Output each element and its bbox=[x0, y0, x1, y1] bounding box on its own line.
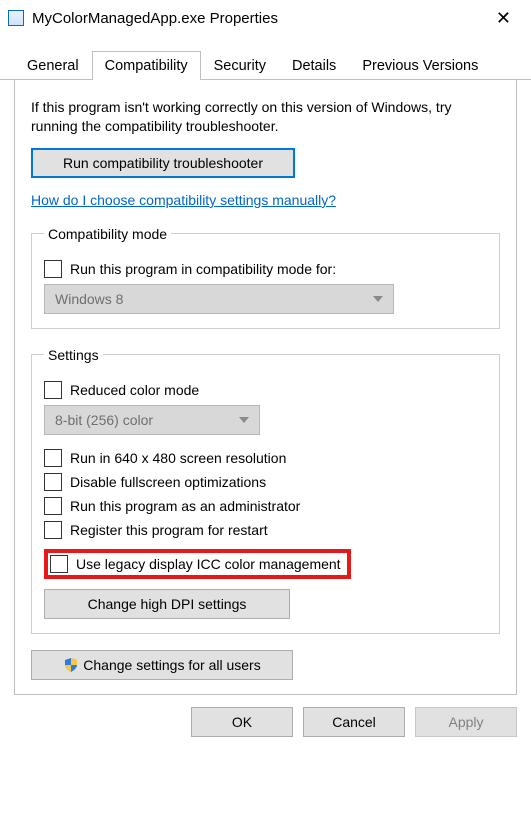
run-admin-label: Run this program as an administrator bbox=[70, 498, 300, 514]
compat-mode-checkbox[interactable] bbox=[44, 260, 62, 278]
close-icon[interactable]: ✕ bbox=[488, 8, 519, 29]
tab-compatibility[interactable]: Compatibility bbox=[92, 51, 201, 80]
dialog-footer: OK Cancel Apply bbox=[0, 695, 531, 749]
color-mode-select[interactable]: 8-bit (256) color bbox=[44, 405, 260, 435]
color-mode-selected: 8-bit (256) color bbox=[55, 412, 153, 428]
disable-fullscreen-checkbox[interactable] bbox=[44, 473, 62, 491]
ok-label: OK bbox=[232, 714, 252, 730]
manual-settings-link[interactable]: How do I choose compatibility settings m… bbox=[31, 192, 336, 208]
compat-mode-label: Run this program in compatibility mode f… bbox=[70, 261, 336, 277]
chevron-down-icon bbox=[373, 296, 383, 302]
run-640-checkbox[interactable] bbox=[44, 449, 62, 467]
run-troubleshooter-label: Run compatibility troubleshooter bbox=[63, 155, 263, 171]
tabstrip: General Compatibility Security Details P… bbox=[0, 50, 531, 80]
shield-icon bbox=[63, 657, 79, 673]
tab-general[interactable]: General bbox=[14, 51, 92, 80]
change-dpi-button[interactable]: Change high DPI settings bbox=[44, 589, 290, 619]
legacy-icc-highlight: Use legacy display ICC color management bbox=[44, 549, 351, 579]
intro-text: If this program isn't working correctly … bbox=[31, 98, 500, 136]
cancel-label: Cancel bbox=[332, 714, 376, 730]
compat-mode-select[interactable]: Windows 8 bbox=[44, 284, 394, 314]
apply-button[interactable]: Apply bbox=[415, 707, 517, 737]
settings-legend: Settings bbox=[44, 347, 103, 363]
legacy-icc-label: Use legacy display ICC color management bbox=[76, 556, 341, 572]
tab-details[interactable]: Details bbox=[279, 51, 349, 80]
apply-label: Apply bbox=[448, 714, 483, 730]
compat-mode-selected: Windows 8 bbox=[55, 291, 123, 307]
tab-security[interactable]: Security bbox=[201, 51, 279, 80]
tab-panel-compatibility: If this program isn't working correctly … bbox=[14, 80, 517, 695]
ok-button[interactable]: OK bbox=[191, 707, 293, 737]
cancel-button[interactable]: Cancel bbox=[303, 707, 405, 737]
window-title: MyColorManagedApp.exe Properties bbox=[32, 10, 488, 27]
run-troubleshooter-button[interactable]: Run compatibility troubleshooter bbox=[31, 148, 295, 178]
reduced-color-label: Reduced color mode bbox=[70, 382, 199, 398]
settings-group: Settings Reduced color mode 8-bit (256) … bbox=[31, 347, 500, 634]
legacy-icc-checkbox[interactable] bbox=[50, 555, 68, 573]
chevron-down-icon bbox=[239, 417, 249, 423]
run-admin-checkbox[interactable] bbox=[44, 497, 62, 515]
compatibility-mode-group: Compatibility mode Run this program in c… bbox=[31, 226, 500, 329]
disable-fullscreen-label: Disable fullscreen optimizations bbox=[70, 474, 266, 490]
run-640-label: Run in 640 x 480 screen resolution bbox=[70, 450, 286, 466]
tab-previous-versions[interactable]: Previous Versions bbox=[349, 51, 491, 80]
register-restart-checkbox[interactable] bbox=[44, 521, 62, 539]
app-icon bbox=[8, 10, 24, 26]
register-restart-label: Register this program for restart bbox=[70, 522, 268, 538]
change-dpi-label: Change high DPI settings bbox=[88, 596, 247, 612]
change-all-users-label: Change settings for all users bbox=[83, 657, 260, 673]
titlebar: MyColorManagedApp.exe Properties ✕ bbox=[0, 0, 531, 36]
reduced-color-checkbox[interactable] bbox=[44, 381, 62, 399]
compatibility-mode-legend: Compatibility mode bbox=[44, 226, 171, 242]
change-all-users-button[interactable]: Change settings for all users bbox=[31, 650, 293, 680]
